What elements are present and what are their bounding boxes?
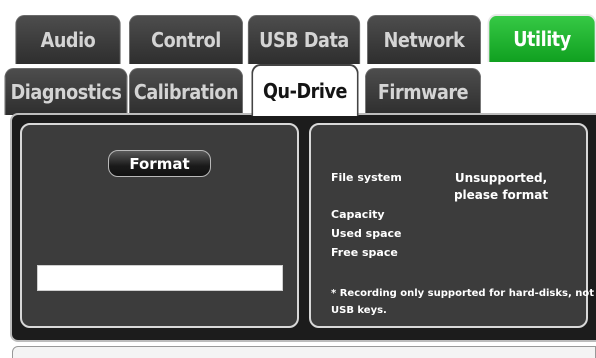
free-space-label: Free space [331, 246, 398, 259]
tab-qu-drive[interactable]: Qu-Drive [251, 64, 359, 116]
tab-usb-data[interactable]: USB Data [247, 15, 361, 64]
recording-note-line2: USB keys. [331, 305, 387, 316]
file-system-value-line2: please format [453, 188, 549, 202]
format-progress-bar [37, 265, 283, 291]
tab-network[interactable]: Network [366, 15, 482, 64]
tab-utility-label: Utility [513, 27, 571, 51]
tab-diagnostics[interactable]: Diagnostics [4, 68, 128, 115]
format-button[interactable]: Format [108, 150, 211, 177]
tab-network-label: Network [383, 28, 465, 52]
bottom-status-bar [12, 346, 596, 358]
tab-control-label: Control [151, 28, 221, 52]
file-system-label: File system [331, 171, 402, 184]
tab-calibration-label: Calibration [133, 80, 239, 104]
tab-firmware-label: Firmware [377, 80, 469, 104]
format-button-label: Format [129, 154, 190, 173]
tab-qu-drive-label: Qu-Drive [262, 79, 348, 103]
used-space-label: Used space [331, 227, 402, 240]
qu-drive-utility-screen: Audio Control USB Data Network Utility D… [0, 0, 596, 358]
tab-diagnostics-label: Diagnostics [10, 80, 122, 104]
tab-audio-label: Audio [40, 28, 96, 52]
tab-calibration[interactable]: Calibration [128, 68, 244, 115]
tab-utility[interactable]: Utility [487, 14, 596, 62]
tab-control[interactable]: Control [128, 15, 244, 64]
tab-audio[interactable]: Audio [15, 15, 121, 64]
tab-firmware[interactable]: Firmware [364, 68, 482, 115]
tab-usb-data-label: USB Data [259, 28, 349, 52]
recording-note-line1: * Recording only supported for hard-disk… [331, 288, 595, 299]
capacity-label: Capacity [331, 208, 385, 221]
file-system-value-line1: Unsupported, [454, 171, 548, 185]
